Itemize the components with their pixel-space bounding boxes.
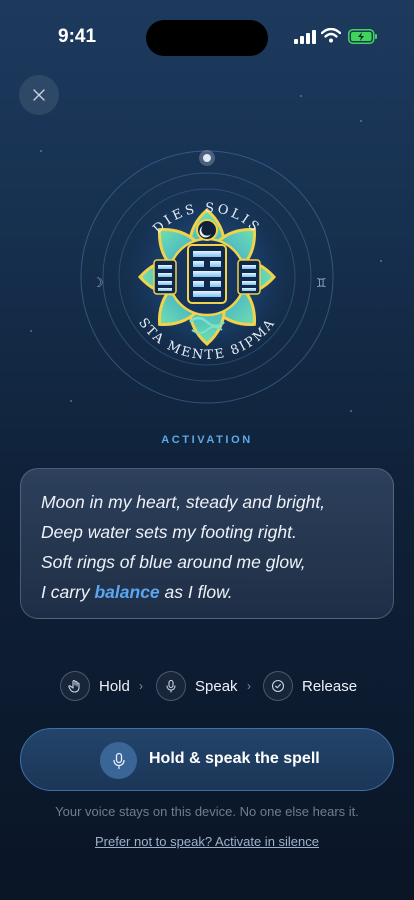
star-decoration <box>380 260 382 262</box>
mic-icon <box>100 742 137 779</box>
step-release: Release <box>263 671 357 701</box>
step-label: Hold <box>99 677 130 695</box>
dynamic-island <box>146 20 268 56</box>
privacy-note: Your voice stays on this device. No one … <box>55 804 359 819</box>
hand-icon <box>60 671 90 701</box>
hold-speak-label: Hold & speak the spell <box>149 750 320 767</box>
section-label: ACTIVATION <box>161 434 253 446</box>
verse-text: as I flow. <box>159 582 233 602</box>
verse-line: Deep water sets my footing right. <box>41 522 297 542</box>
star-decoration <box>40 150 42 152</box>
close-button[interactable] <box>19 75 59 115</box>
hold-speak-button[interactable]: Hold & speak the spell <box>20 728 394 791</box>
star-decoration <box>300 95 302 97</box>
verse-line: I carry balance as I flow. <box>41 577 373 607</box>
chevron-right-icon: › <box>247 679 251 693</box>
check-icon <box>263 671 293 701</box>
verse-text: I carry <box>41 582 95 602</box>
step-hold: Hold <box>60 671 130 701</box>
cellular-signal-icon <box>294 30 316 44</box>
step-speak: Speak <box>156 671 238 701</box>
mic-icon <box>156 671 186 701</box>
spell-emblem: DIES SOLIS STA MENTE 8IPMA ☽ ♊ <box>80 150 334 404</box>
star-decoration <box>360 120 362 122</box>
chevron-right-icon: › <box>139 679 143 693</box>
star-decoration <box>350 410 352 412</box>
verse-highlight: balance <box>94 582 160 602</box>
activate-silently-link[interactable]: Prefer not to speak? Activate in silence <box>0 834 414 849</box>
step-label: Speak <box>195 677 238 695</box>
activation-steps: Hold › Speak › Release <box>0 671 414 703</box>
gemini-glyph: ♊ <box>316 276 327 290</box>
verse-card: Moon in my heart, steady and bright, Dee… <box>20 468 394 619</box>
step-label: Release <box>302 677 358 695</box>
status-time: 9:41 <box>58 26 97 47</box>
wifi-icon <box>321 28 341 43</box>
star-decoration <box>30 330 32 332</box>
verse-line: Moon in my heart, steady and bright, <box>41 492 326 512</box>
verse-line: Soft rings of blue around me glow, <box>41 552 306 572</box>
status-bar: 9:41 <box>0 0 414 60</box>
close-icon <box>33 89 45 101</box>
star-decoration <box>70 400 72 402</box>
battery-charging-icon <box>348 29 377 44</box>
moon-glyph: ☽ <box>92 276 104 291</box>
